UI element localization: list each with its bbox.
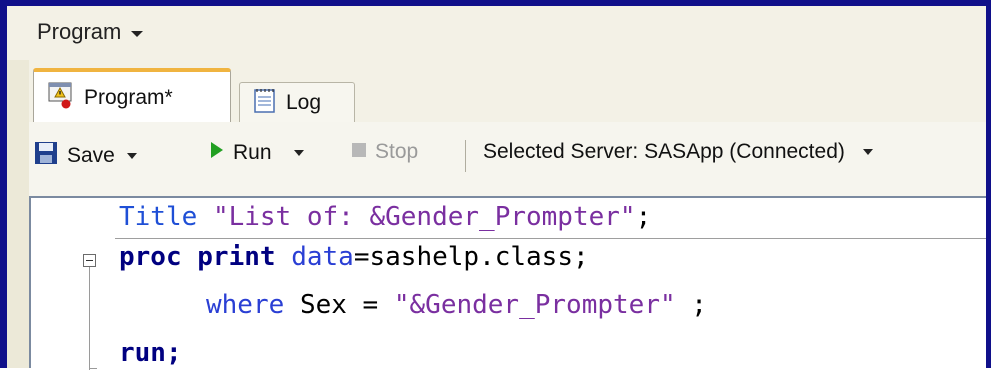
chevron-down-icon[interactable]: [293, 150, 304, 156]
fold-guide: [89, 267, 90, 370]
code-expression: Sex =: [299, 290, 394, 320]
run-button[interactable]: Run: [209, 140, 304, 166]
play-icon: [209, 140, 225, 166]
save-button[interactable]: Save: [33, 140, 137, 172]
editor-toolbar: Save Run Stop Selected Server: SASApp (C…: [29, 122, 986, 196]
code-punct: ;: [675, 290, 707, 320]
code-punct: ;: [635, 202, 652, 232]
code-line-2: proc print data=sashelp.class;: [119, 242, 986, 272]
program-menu[interactable]: Program: [37, 19, 144, 45]
program-file-warning-icon: [46, 80, 76, 116]
code-line-4: run;: [119, 338, 986, 368]
code-keyword-run: run;: [119, 338, 182, 368]
code-keyword-proc: proc: [119, 242, 182, 272]
toolbar-separator: [465, 140, 466, 172]
tab-program[interactable]: Program*: [33, 68, 231, 123]
fold-guide-end: [89, 368, 97, 369]
code-editor[interactable]: Title "List of: &Gender_Prompter"; proc …: [29, 196, 986, 370]
selected-server-dropdown[interactable]: Selected Server: SASApp (Connected): [483, 140, 873, 164]
log-notepad-icon: [252, 86, 278, 120]
code-option-data: data: [291, 242, 354, 272]
collapse-toggle-icon[interactable]: [83, 254, 96, 267]
program-menu-label: Program: [37, 19, 122, 44]
code-keyword-where: where: [206, 290, 285, 320]
stop-button[interactable]: Stop: [351, 140, 418, 164]
code-string: "List of: &Gender_Prompter": [212, 202, 636, 232]
code-keyword-title: Title: [119, 202, 198, 232]
code-keyword-print: print: [197, 242, 276, 272]
stop-square-icon: [351, 140, 367, 164]
code-dataset: =sashelp.class;: [353, 242, 589, 272]
tab-strip: Program* Log: [29, 60, 986, 123]
code-line-3: where Sex = "&Gender_Prompter" ;: [206, 290, 986, 320]
chevron-down-icon: [131, 30, 144, 37]
step-boundary-line: [115, 238, 986, 239]
server-label: Selected Server: SASApp (Connected): [483, 140, 845, 163]
code-string: "&Gender_Prompter": [393, 290, 676, 320]
tab-log-label: Log: [286, 90, 322, 114]
menu-bar: Program: [7, 6, 986, 60]
floppy-disk-icon: [33, 140, 59, 172]
tab-program-label: Program*: [84, 85, 173, 109]
chevron-down-icon[interactable]: [126, 153, 137, 159]
run-label: Run: [233, 141, 272, 164]
tab-log[interactable]: Log: [239, 82, 355, 122]
stop-label: Stop: [375, 140, 419, 163]
save-label: Save: [67, 144, 115, 167]
code-line-1: Title "List of: &Gender_Prompter";: [119, 202, 986, 232]
left-gutter: [7, 60, 29, 368]
chevron-down-icon[interactable]: [862, 149, 873, 155]
